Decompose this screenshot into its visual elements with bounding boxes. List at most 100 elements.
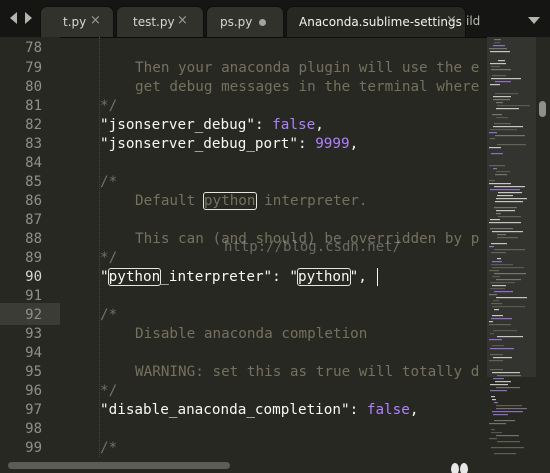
minimap-stroke [494, 309, 499, 311]
watermark: http://blog.csdn.net/ [224, 239, 402, 255]
minimap-stroke [496, 279, 521, 281]
minimap-stroke [492, 267, 524, 269]
minimap-stroke [490, 333, 494, 335]
scroll-tabs-left-icon[interactable] [10, 12, 17, 24]
minimap-stroke [493, 378, 504, 380]
minimap-stroke [496, 408, 527, 410]
minimap-stroke [489, 321, 493, 323]
minimap-stroke [492, 306, 525, 308]
search-match-highlight: python [107, 268, 162, 286]
code-line-86: Default python interpreter. [135, 192, 368, 210]
tab-bar: t.py × test.py × ps.py Anaconda.sublime-… [0, 0, 550, 38]
minimap-stroke [491, 264, 513, 266]
json-key: "jsonserver_debug_port" [100, 136, 298, 152]
minimap-stroke [491, 318, 512, 320]
minimap-stroke [492, 315, 503, 317]
minimap-stroke [494, 186, 525, 188]
tab-label: test.py [133, 15, 175, 29]
scroll-tabs-right-icon[interactable] [25, 12, 32, 24]
minimap-stroke [492, 75, 506, 77]
minimap-stroke [493, 99, 510, 101]
code-line-92: /* [100, 307, 118, 323]
minimap-stroke [494, 123, 511, 125]
minimap-stroke [491, 432, 502, 434]
minimap-stroke [490, 354, 503, 356]
minimap-stroke [489, 423, 506, 425]
minimap[interactable] [487, 37, 536, 457]
vertical-scrollbar[interactable] [536, 37, 550, 457]
minimap-stroke [497, 234, 506, 236]
close-icon[interactable]: × [90, 13, 101, 28]
text-caret [377, 268, 378, 286]
minimap-stroke [496, 405, 522, 407]
minimap-stroke [496, 108, 519, 110]
minimap-stroke [497, 336, 523, 338]
line-number: 78 [25, 40, 42, 56]
minimap-stroke [492, 411, 523, 413]
minimap-stroke [490, 63, 506, 65]
tab-label: ps.py [220, 15, 253, 29]
minimap-stroke [497, 237, 518, 239]
minimap-stroke [492, 285, 506, 287]
tab-t-py[interactable]: t.py × [40, 6, 114, 37]
tab-overflow-chevron-down-icon[interactable] [528, 17, 540, 24]
minimap-stroke [490, 51, 510, 53]
close-icon[interactable]: × [177, 13, 188, 28]
minimap-stroke [489, 180, 495, 182]
minimap-stroke [497, 195, 513, 197]
minimap-stroke [498, 60, 505, 62]
minimap-stroke [493, 330, 517, 332]
minimap-stroke [491, 396, 495, 398]
minimap-stroke [492, 114, 502, 116]
minimap-stroke [496, 435, 519, 437]
minimap-stroke [489, 294, 497, 296]
minimap-stroke [490, 288, 505, 290]
minimap-stroke [498, 192, 522, 194]
minimap-stroke [496, 198, 527, 200]
minimap-stroke [494, 453, 516, 455]
minimap-stroke [497, 105, 530, 107]
json-value: false [272, 117, 316, 133]
minimap-stroke [492, 399, 496, 401]
minimap-stroke [490, 390, 507, 392]
vertical-scrollbar-thumb[interactable] [539, 101, 546, 117]
code-line-95: WARNING: set this as true will totally d [135, 364, 480, 380]
minimap-stroke [490, 282, 515, 284]
tab-label: Anaconda.sublime-settings [299, 15, 462, 29]
minimap-code-preview [489, 39, 530, 455]
code-line-93: Disable anaconda completion [135, 326, 368, 342]
minimap-stroke [493, 357, 512, 359]
minimap-stroke [489, 48, 507, 50]
minimap-stroke [489, 222, 521, 224]
minimap-stroke [494, 273, 526, 275]
line-number-gutter: 78 79 80 81 82 83 84 85 86 87 88 89 90 9… [0, 37, 60, 457]
minimap-stroke [489, 165, 505, 167]
minimap-stroke [495, 174, 507, 176]
code-line-99: /* [100, 440, 118, 456]
json-key: "jsonserver_debug" [100, 117, 255, 133]
tab-anaconda-sublime-settings[interactable]: Anaconda.sublime-settings × [286, 6, 466, 37]
search-match-highlight: python [202, 192, 257, 210]
minimap-stroke [490, 129, 517, 131]
minimap-stroke [490, 189, 520, 191]
minimap-stroke [492, 261, 502, 263]
code-line-83: "jsonserver_debug_port": 9999, [100, 136, 359, 152]
minimap-stroke [490, 138, 495, 140]
minimap-stroke [494, 249, 525, 251]
minimap-stroke [493, 45, 505, 47]
close-icon[interactable]: × [446, 13, 457, 28]
code-line-85: /* [100, 174, 118, 190]
minimap-stroke [498, 216, 521, 218]
tab-label: t.py [63, 15, 87, 29]
tab-test-py[interactable]: test.py × [116, 6, 204, 37]
minimap-stroke [494, 207, 517, 209]
minimap-stroke [489, 183, 511, 185]
tab-ps-py[interactable]: ps.py [206, 6, 284, 37]
minimap-stroke [492, 276, 500, 278]
minimap-stroke [492, 372, 520, 374]
tab-partial[interactable]: ild [466, 14, 480, 28]
unsaved-dot-icon[interactable] [259, 19, 266, 26]
minimap-stroke [496, 213, 501, 215]
minimap-stroke [497, 258, 501, 260]
horizontal-scrollbar-thumb[interactable] [8, 462, 230, 469]
